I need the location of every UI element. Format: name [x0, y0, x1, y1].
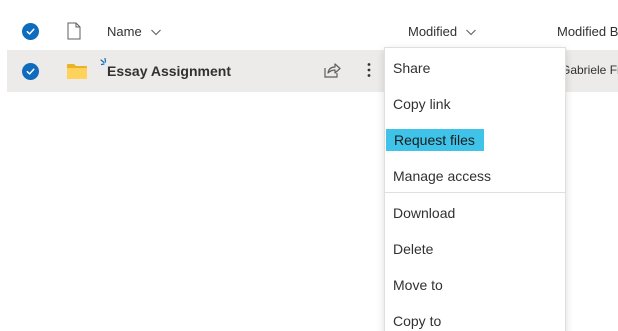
menu-divider	[385, 192, 565, 193]
menu-item-move-to[interactable]: Move to	[385, 273, 565, 297]
column-header-modified-label: Modified	[408, 24, 458, 39]
menu-item-delete[interactable]: Delete	[385, 237, 565, 261]
share-icon[interactable]	[323, 61, 341, 79]
checkmark-icon	[26, 28, 35, 35]
column-header-modified-by[interactable]: Modified By	[557, 24, 618, 39]
menu-item-copy-link[interactable]: Copy link	[385, 92, 565, 116]
column-header-modified-by-label: Modified By	[557, 24, 618, 39]
checkmark-icon	[26, 68, 35, 75]
chevron-down-icon	[150, 29, 161, 35]
modified-by-text: Gabriele Fra	[565, 63, 618, 77]
menu-item-label: Request files	[386, 129, 484, 151]
column-header-row: Name Modified Modified By	[0, 14, 618, 50]
context-menu: Share Copy link Request files Manage acc…	[384, 47, 566, 331]
column-header-name[interactable]: Name	[107, 24, 162, 39]
document-icon	[67, 22, 81, 40]
menu-item-download[interactable]: Download	[385, 201, 565, 225]
menu-item-label: Share	[393, 60, 431, 76]
menu-item-label: Copy to	[393, 313, 442, 329]
column-header-name-label: Name	[107, 24, 142, 39]
menu-item-share[interactable]: Share	[385, 56, 565, 80]
folder-icon	[67, 64, 87, 79]
chevron-down-icon	[466, 29, 477, 35]
file-list-view: Name Modified Modified By	[0, 0, 618, 331]
file-name-link[interactable]: Essay Assignment	[107, 63, 231, 79]
select-all-checkbox[interactable]	[22, 23, 39, 40]
menu-item-label: Move to	[393, 277, 443, 293]
menu-item-request-files[interactable]: Request files	[385, 128, 565, 152]
menu-item-manage-access[interactable]: Manage access	[385, 164, 565, 188]
modified-by-cell: Gabriele Fra	[565, 63, 618, 77]
menu-item-label: Download	[393, 205, 456, 221]
row-select-checkbox[interactable]	[22, 63, 39, 80]
menu-item-label: Delete	[393, 241, 434, 257]
menu-item-copy-to[interactable]: Copy to	[385, 309, 565, 331]
more-vertical-icon[interactable]	[362, 61, 376, 79]
menu-item-label: Copy link	[393, 96, 451, 112]
menu-item-label: Manage access	[393, 168, 492, 184]
column-header-modified[interactable]: Modified	[408, 24, 477, 39]
